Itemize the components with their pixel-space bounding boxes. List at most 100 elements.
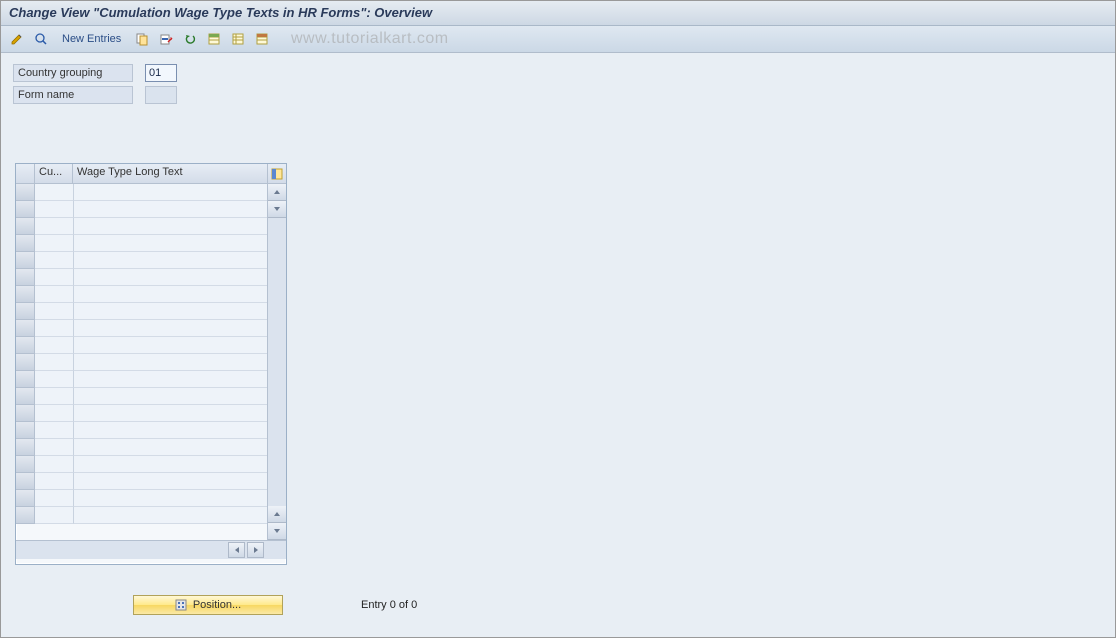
form-name-input[interactable] [145,86,177,104]
table-row[interactable] [16,286,267,303]
cell-wage-type-long-text[interactable] [74,422,267,439]
cell-cu[interactable] [35,388,74,405]
cell-cu[interactable] [35,252,74,269]
table-row[interactable] [16,439,267,456]
scroll-down-icon[interactable] [268,523,286,540]
cell-wage-type-long-text[interactable] [74,439,267,456]
table-row[interactable] [16,371,267,388]
select-all-icon[interactable] [204,29,224,49]
cell-wage-type-long-text[interactable] [74,286,267,303]
table-row[interactable] [16,269,267,286]
table-row[interactable] [16,337,267,354]
cell-wage-type-long-text[interactable] [74,320,267,337]
cell-cu[interactable] [35,235,74,252]
cell-cu[interactable] [35,269,74,286]
cell-wage-type-long-text[interactable] [74,371,267,388]
cell-cu[interactable] [35,354,74,371]
horizontal-scrollbar[interactable] [16,540,286,559]
table-row[interactable] [16,303,267,320]
row-selector[interactable] [16,201,35,218]
cell-cu[interactable] [35,422,74,439]
cell-cu[interactable] [35,473,74,490]
table-select-all-header[interactable] [16,164,35,184]
cell-cu[interactable] [35,303,74,320]
cell-wage-type-long-text[interactable] [74,473,267,490]
cell-cu[interactable] [35,405,74,422]
row-selector[interactable] [16,252,35,269]
row-selector[interactable] [16,456,35,473]
scroll-right-icon[interactable] [247,542,264,558]
column-header-wage-type-long-text[interactable]: Wage Type Long Text [73,164,268,184]
cell-wage-type-long-text[interactable] [74,252,267,269]
row-selector[interactable] [16,388,35,405]
table-row[interactable] [16,354,267,371]
row-selector[interactable] [16,303,35,320]
select-block-icon[interactable] [228,29,248,49]
table-row[interactable] [16,235,267,252]
table-row[interactable] [16,388,267,405]
table-row[interactable] [16,405,267,422]
cell-wage-type-long-text[interactable] [74,269,267,286]
table-row[interactable] [16,490,267,507]
scroll-up-icon[interactable] [268,184,286,201]
scroll-up-bottom-icon[interactable] [268,506,286,523]
cell-cu[interactable] [35,507,74,524]
cell-wage-type-long-text[interactable] [74,303,267,320]
country-grouping-input[interactable] [145,64,177,82]
cell-wage-type-long-text[interactable] [74,201,267,218]
cell-wage-type-long-text[interactable] [74,490,267,507]
position-button[interactable]: Position... [133,595,283,615]
table-row[interactable] [16,507,267,524]
scroll-down-top-icon[interactable] [268,201,286,218]
table-row[interactable] [16,252,267,269]
cell-wage-type-long-text[interactable] [74,507,267,524]
cell-cu[interactable] [35,320,74,337]
undo-change-icon[interactable] [180,29,200,49]
vertical-scroll-track[interactable] [268,218,286,506]
row-selector[interactable] [16,320,35,337]
row-selector[interactable] [16,473,35,490]
toggle-display-change-icon[interactable] [7,29,27,49]
cell-cu[interactable] [35,490,74,507]
scroll-left-icon[interactable] [228,542,245,558]
cell-wage-type-long-text[interactable] [74,405,267,422]
table-row[interactable] [16,218,267,235]
table-row[interactable] [16,201,267,218]
delete-icon[interactable] [156,29,176,49]
cell-cu[interactable] [35,337,74,354]
cell-cu[interactable] [35,371,74,388]
copy-icon[interactable] [132,29,152,49]
cell-wage-type-long-text[interactable] [74,184,267,201]
row-selector[interactable] [16,337,35,354]
details-icon[interactable] [31,29,51,49]
row-selector[interactable] [16,439,35,456]
row-selector[interactable] [16,507,35,524]
row-selector[interactable] [16,184,35,201]
row-selector[interactable] [16,422,35,439]
row-selector[interactable] [16,218,35,235]
cell-cu[interactable] [35,184,74,201]
cell-cu[interactable] [35,439,74,456]
table-row[interactable] [16,422,267,439]
cell-wage-type-long-text[interactable] [74,218,267,235]
table-configure-icon[interactable] [268,164,286,184]
row-selector[interactable] [16,269,35,286]
cell-wage-type-long-text[interactable] [74,354,267,371]
row-selector[interactable] [16,354,35,371]
cell-cu[interactable] [35,218,74,235]
cell-cu[interactable] [35,201,74,218]
row-selector[interactable] [16,371,35,388]
cell-cu[interactable] [35,286,74,303]
new-entries-button[interactable]: New Entries [55,29,128,49]
column-header-cu[interactable]: Cu... [35,164,73,184]
deselect-all-icon[interactable] [252,29,272,49]
row-selector[interactable] [16,286,35,303]
cell-wage-type-long-text[interactable] [74,337,267,354]
cell-cu[interactable] [35,456,74,473]
table-row[interactable] [16,184,267,201]
cell-wage-type-long-text[interactable] [74,388,267,405]
table-row[interactable] [16,320,267,337]
row-selector[interactable] [16,490,35,507]
row-selector[interactable] [16,405,35,422]
table-row[interactable] [16,456,267,473]
